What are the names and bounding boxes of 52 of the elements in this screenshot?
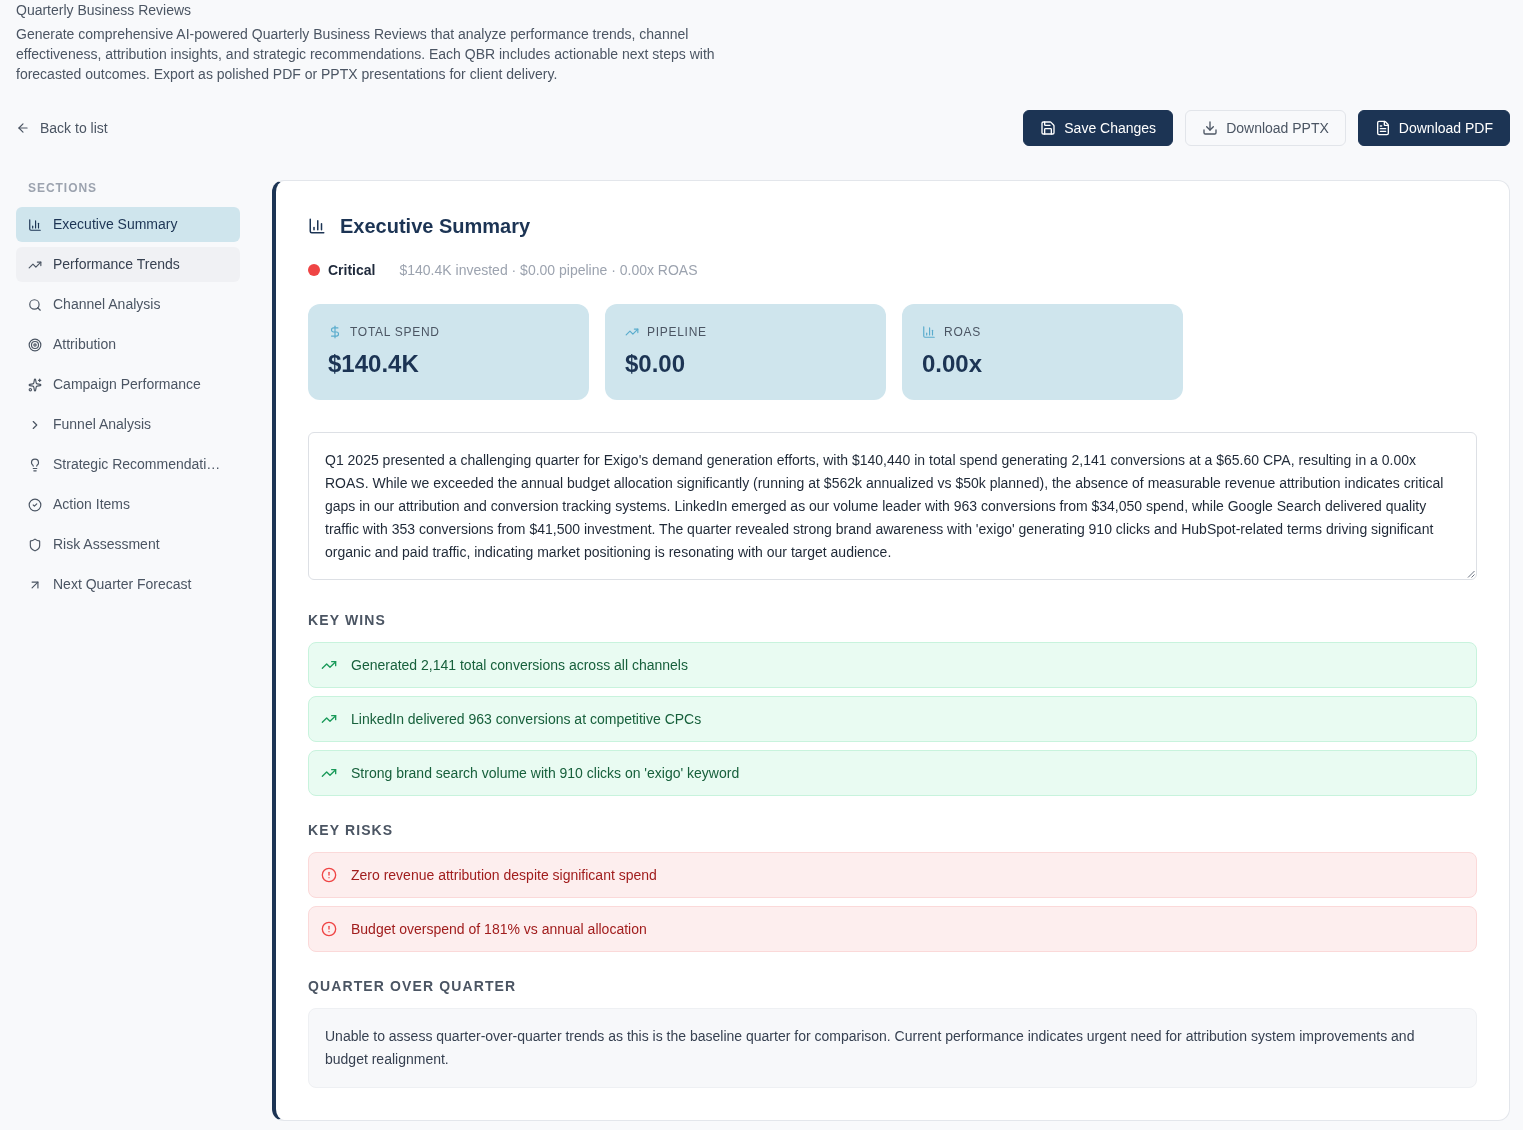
toolbar-button[interactable]: Download PPTX bbox=[1185, 110, 1346, 146]
bar-chart-icon bbox=[28, 217, 42, 232]
section-heading: KEY RISKS bbox=[308, 821, 395, 840]
win-text: LinkedIn delivered 963 conversions at competitive CPCs bbox=[351, 709, 702, 729]
sidebar-item[interactable]: Attribution bbox=[16, 327, 240, 362]
alert-circle-icon bbox=[321, 867, 337, 883]
metric-label: TOTAL SPEND bbox=[350, 324, 440, 340]
win-text: Strong brand search volume with 910 clicks on 'exigo' keyword bbox=[351, 763, 740, 783]
check-circle-icon bbox=[28, 497, 42, 512]
status-meta: $140.4K invested · $0.00 pipeline · 0.00x ROAS bbox=[399, 260, 698, 280]
metric-value: $140.4K bbox=[328, 349, 420, 379]
section-heading: QUARTER OVER QUARTER bbox=[308, 977, 518, 996]
sidebar-heading: SECTIONS bbox=[27, 180, 99, 196]
sidebar-item[interactable]: Funnel Analysis bbox=[16, 407, 240, 442]
back-link[interactable]: Back to list bbox=[16, 117, 108, 139]
toolbar-button[interactable]: Download PDF bbox=[1357, 110, 1510, 146]
sparkles-icon bbox=[28, 377, 42, 392]
target-icon bbox=[28, 337, 42, 352]
download-icon bbox=[1202, 120, 1219, 136]
search-icon bbox=[28, 297, 42, 312]
metric-value: $0.00 bbox=[625, 349, 687, 379]
save-icon bbox=[1040, 120, 1057, 136]
toolbar-button[interactable]: Save Changes bbox=[1023, 110, 1174, 146]
risk-text: Zero revenue attribution despite significant spend bbox=[351, 865, 657, 885]
alert-circle-icon bbox=[321, 921, 337, 937]
metric-value: 0.00x bbox=[922, 349, 984, 379]
summary-textarea[interactable]: Q1 2025 presented a challenging quarter for Exigo's demand generation efforts, with $140,440 in total spend generating 2,141 conversions at a $65.60 CPA, resulting in a 0.00x ROAS. While we exceeded the annual budget allocation significantly (running at $562k annualized vs $50k planned), the absence of measurable revenue attribution indicates critical gaps in our attribution and conversion tracking systems. LinkedIn emerged as our volume leader with 963 conversions from $34,050 spend, while Google Search delivered quality traffic with 353 conversions from $41,500 investment. The quarter revealed strong brand awareness with 'exigo' generating 910 clicks and HubSpot-related terms driving significant organic and paid traffic, indicating market positioning is resonating with our target audience. bbox=[308, 432, 1477, 580]
resize-handle-icon bbox=[1467, 570, 1475, 578]
section-heading: KEY WINS bbox=[308, 611, 387, 630]
sidebar-item[interactable]: Action Items bbox=[16, 487, 240, 522]
section-title: Executive Summary bbox=[340, 214, 531, 239]
bar-chart-icon bbox=[308, 217, 326, 235]
sidebar-item[interactable]: Strategic Recommendati… bbox=[16, 447, 240, 482]
metric-label: ROAS bbox=[944, 324, 981, 340]
shield-icon bbox=[28, 537, 42, 552]
status-label: Critical bbox=[328, 260, 376, 280]
lightbulb-icon bbox=[28, 457, 42, 472]
sidebar-item[interactable]: Channel Analysis bbox=[16, 287, 240, 322]
metric-label: PIPELINE bbox=[647, 324, 707, 340]
bar-chart-icon bbox=[922, 325, 936, 339]
sidebar-item[interactable]: Executive Summary bbox=[16, 207, 240, 242]
page-title: Quarterly Business Reviews bbox=[16, 1, 193, 20]
win-text: Generated 2,141 total conversions across all channels bbox=[351, 655, 688, 675]
sidebar-item[interactable]: Next Quarter Forecast bbox=[16, 567, 240, 602]
sidebar-item[interactable]: Risk Assessment bbox=[16, 527, 240, 562]
sidebar-item[interactable]: Campaign Performance bbox=[16, 367, 240, 402]
sidebar-item[interactable]: Performance Trends bbox=[16, 247, 240, 282]
document-icon bbox=[1374, 120, 1391, 136]
qoq-text: Unable to assess quarter-over-quarter trends as this is the baseline quarter for comparison. Current performance indicates urgent need for attribution system improvements and budget realignment. bbox=[325, 1027, 1416, 1069]
risk-text: Budget overspend of 181% vs annual allocation bbox=[351, 919, 647, 939]
page-description: Generate comprehensive AI-powered Quarterly Business Reviews that analyze performance trends, channel effectiveness, attribution insights, and strategic recommendations. Each QBR includes actionable next steps with forecasted outcomes. Export as polished PDF or PPTX presentations for client delivery. bbox=[16, 25, 716, 84]
dollar-sign-icon bbox=[328, 325, 342, 339]
